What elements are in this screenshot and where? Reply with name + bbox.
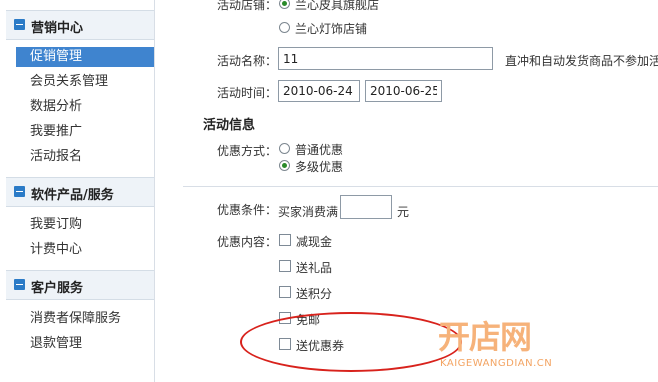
discount-type-label: 优惠方式： — [217, 144, 278, 158]
section-header-marketing[interactable]: 营销中心 — [6, 10, 154, 40]
collapse-icon[interactable] — [14, 19, 25, 30]
discount-type-normal: 普通优惠 — [295, 143, 344, 157]
option-gift: 送礼品 — [296, 261, 333, 275]
option-cash-off: 减现金 — [296, 235, 333, 249]
store-label: 活动店铺： — [217, 0, 278, 12]
content-label: 优惠内容： — [217, 235, 278, 249]
sidebar-item-refund[interactable]: 退款管理 — [16, 334, 154, 354]
end-date-input[interactable] — [365, 80, 442, 102]
checkbox-points[interactable] — [279, 286, 291, 298]
watermark-url: KAIGEWANGDIAN.CN — [440, 358, 553, 369]
activity-info-title: 活动信息 — [203, 118, 256, 133]
collapse-icon[interactable] — [14, 279, 25, 290]
section-header-software[interactable]: 软件产品/服务 — [6, 177, 154, 207]
discount-type-radio-multi[interactable] — [279, 160, 290, 171]
store-option-2: 兰心灯饰店铺 — [295, 22, 368, 36]
discount-type-multi: 多级优惠 — [295, 160, 344, 174]
sidebar-item-promotion[interactable]: 促销管理 — [16, 47, 154, 67]
sidebar-item-events[interactable]: 活动报名 — [16, 147, 154, 167]
section-title: 客户服务 — [31, 281, 84, 296]
sidebar-item-analytics[interactable]: 数据分析 — [16, 97, 154, 117]
condition-unit: 元 — [397, 205, 410, 219]
checkbox-cash-off[interactable] — [279, 234, 291, 246]
condition-prefix: 买家消费满 — [278, 205, 339, 219]
condition-label: 优惠条件： — [217, 203, 278, 217]
section-title: 软件产品/服务 — [31, 188, 114, 203]
checkbox-gift[interactable] — [279, 260, 291, 272]
sidebar: 营销中心 促销管理 会员关系管理 数据分析 我要推广 活动报名 软件产品/服务 … — [6, 0, 155, 382]
discount-type-radio-normal[interactable] — [279, 143, 290, 154]
sidebar-item-promote[interactable]: 我要推广 — [16, 122, 154, 142]
name-hint: 直冲和自动发货商品不参加活 — [505, 54, 658, 68]
condition-amount-input[interactable] — [340, 195, 392, 219]
watermark-logo: 开店网 — [438, 318, 532, 356]
store-radio-2[interactable] — [279, 22, 290, 33]
option-points: 送积分 — [296, 287, 333, 301]
store-radio-1[interactable] — [279, 0, 290, 9]
section-title: 营销中心 — [31, 21, 84, 36]
start-date-input[interactable] — [278, 80, 360, 102]
store-option-1: 兰心皮具旗舰店 — [295, 0, 380, 12]
divider — [183, 186, 658, 187]
name-label: 活动名称： — [217, 54, 278, 68]
sidebar-item-billing[interactable]: 计费中心 — [16, 240, 154, 260]
time-label: 活动时间： — [217, 86, 278, 100]
sidebar-item-order[interactable]: 我要订购 — [16, 215, 154, 235]
section-header-service[interactable]: 客户服务 — [6, 270, 154, 300]
name-input[interactable] — [278, 47, 493, 70]
highlight-ellipse — [240, 312, 462, 372]
collapse-icon[interactable] — [14, 186, 25, 197]
sidebar-item-protection[interactable]: 消费者保障服务 — [16, 309, 154, 329]
sidebar-item-member[interactable]: 会员关系管理 — [16, 72, 154, 92]
